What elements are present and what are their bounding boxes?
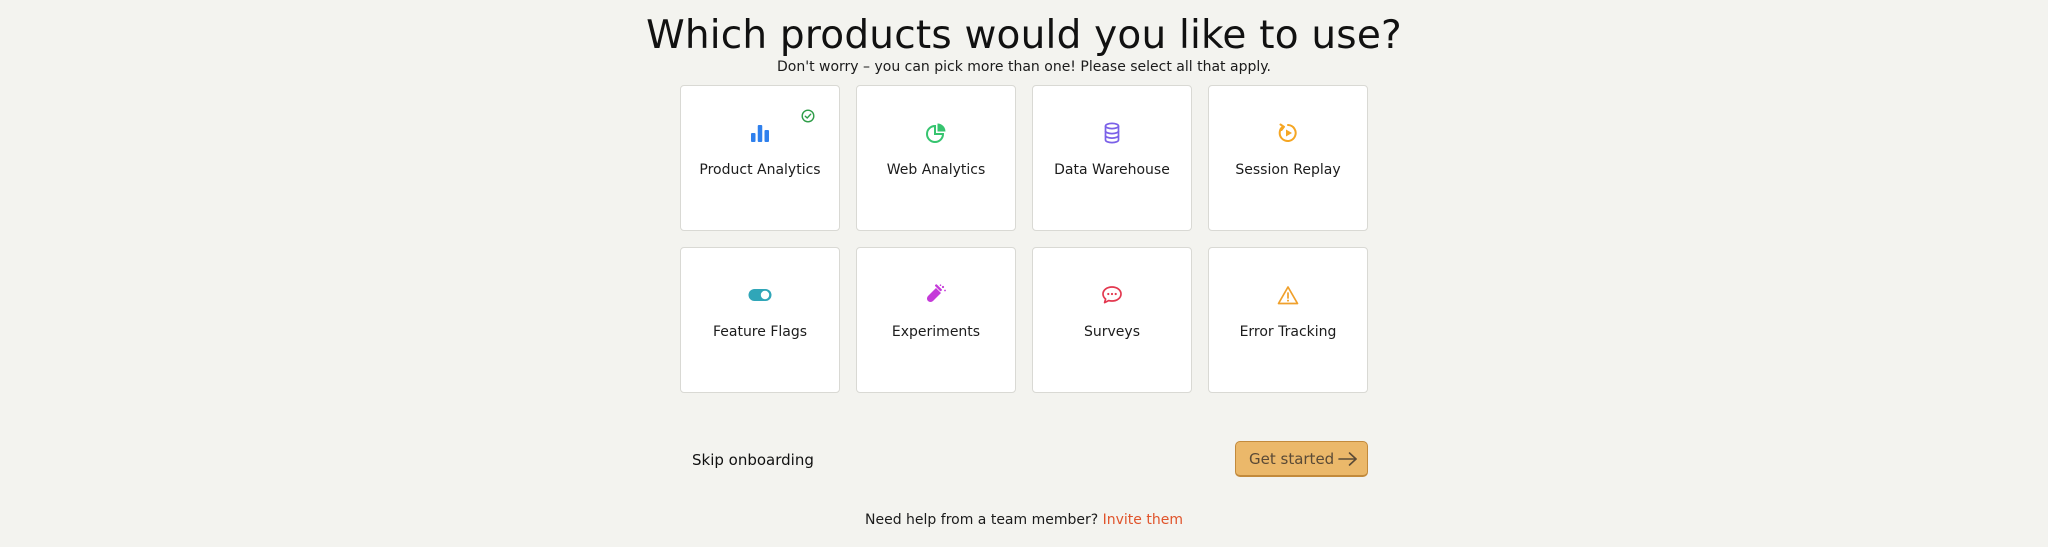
arrow-right-icon [1338,452,1357,466]
product-label: Data Warehouse [1054,162,1170,178]
product-label: Surveys [1084,324,1140,340]
product-label: Error Tracking [1239,324,1337,340]
product-label: Product Analytics [699,162,821,178]
pie-chart-icon [924,121,948,145]
onboarding-page: Which products would you like to use? Do… [0,0,2048,547]
page-subtitle: Don't worry – you can pick more than one… [777,59,1271,75]
product-card-session-replay[interactable]: Session Replay [1208,85,1368,231]
product-card-feature-flags[interactable]: Feature Flags [680,247,840,393]
product-grid: Product Analytics Web Analytics Data War… [680,85,1368,393]
help-prompt: Need help from a team member? [865,512,1099,528]
product-label: Experiments [891,324,981,340]
get-started-label: Get started [1249,449,1335,468]
flask-icon [924,283,948,307]
replay-icon [1276,121,1300,145]
chat-bubble-icon [1100,283,1124,307]
selected-check-icon [801,109,815,123]
product-card-surveys[interactable]: Surveys [1032,247,1192,393]
bar-chart-icon [748,121,772,145]
product-card-experiments[interactable]: Experiments [856,247,1016,393]
invite-link[interactable]: Invite them [1103,512,1183,528]
toggle-icon [748,283,772,307]
product-card-data-warehouse[interactable]: Data Warehouse [1032,85,1192,231]
help-text: Need help from a team member? Invite the… [0,510,2048,530]
product-card-error-tracking[interactable]: Error Tracking [1208,247,1368,393]
product-card-product-analytics[interactable]: Product Analytics [680,85,840,231]
product-card-web-analytics[interactable]: Web Analytics [856,85,1016,231]
page-title: Which products would you like to use? [646,13,1402,58]
product-label: Web Analytics [886,162,986,178]
get-started-button[interactable]: Get started [1235,441,1368,477]
product-label: Feature Flags [712,324,808,340]
database-icon [1100,121,1124,145]
warning-icon [1276,283,1300,307]
skip-onboarding-link[interactable]: Skip onboarding [692,449,814,471]
product-label: Session Replay [1235,162,1341,178]
